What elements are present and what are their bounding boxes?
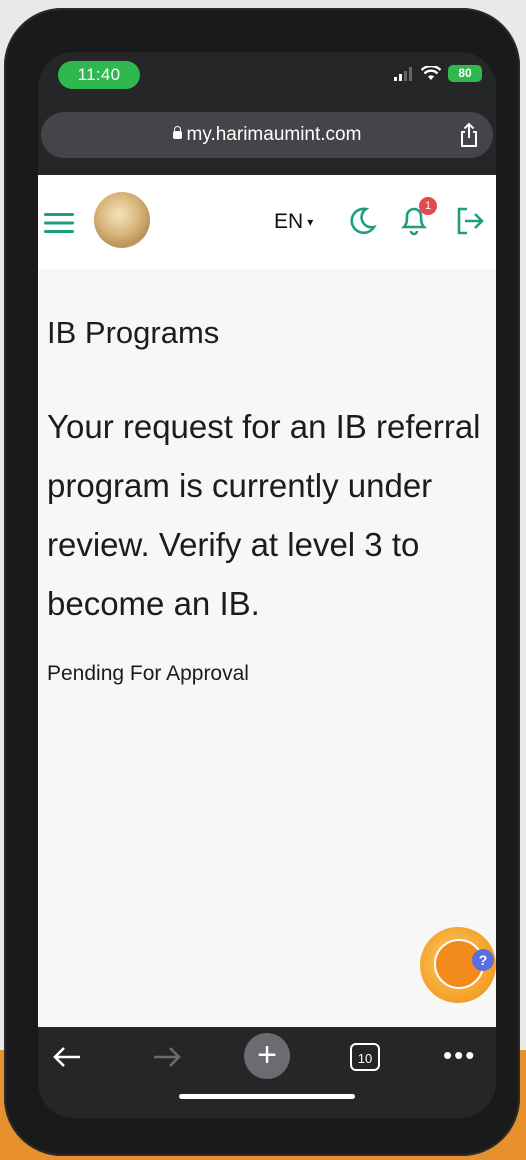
url-text: my.harimaumint.com (186, 124, 362, 145)
status-icons: 80 (394, 65, 482, 82)
chevron-down-icon: ▾ (307, 215, 314, 229)
wifi-icon (421, 66, 441, 80)
home-indicator (179, 1094, 355, 1099)
share-icon[interactable] (459, 122, 479, 148)
new-tab-button[interactable]: + (244, 1033, 290, 1079)
chat-support-button[interactable]: ? (420, 927, 496, 1003)
notification-badge: 1 (419, 197, 437, 215)
back-icon[interactable] (52, 1045, 82, 1069)
tabs-button[interactable]: 10 (350, 1043, 380, 1071)
review-message: Your request for an IB referral program … (47, 408, 481, 622)
logout-icon[interactable] (456, 207, 486, 235)
language-label: EN (274, 210, 304, 233)
approval-status: Pending For Approval (47, 662, 249, 685)
browser-toolbar: + 10 ••• (38, 1027, 496, 1118)
web-page: EN ▾ 1 IB Programs Your request for an IB… (38, 175, 496, 1027)
forward-icon[interactable] (152, 1045, 182, 1069)
moon-icon[interactable] (346, 205, 378, 237)
phone-screen: 11:40 80 my.harimaumint.com EN ▾ 1 IB Pr… (38, 52, 496, 1118)
plus-icon: + (257, 1036, 277, 1074)
page-title: IB Programs (47, 315, 220, 350)
question-mark-icon: ? (472, 949, 494, 971)
status-time: 11:40 (58, 61, 140, 89)
more-icon[interactable]: ••• (443, 1040, 476, 1071)
phone-frame: 11:40 80 my.harimaumint.com EN ▾ 1 IB Pr… (4, 8, 520, 1156)
lock-icon (172, 125, 182, 139)
harimau-logo[interactable] (94, 192, 150, 248)
hamburger-icon[interactable] (44, 212, 74, 234)
url-display[interactable]: my.harimaumint.com (41, 112, 493, 158)
language-selector[interactable]: EN ▾ (274, 210, 313, 234)
signal-icon (394, 66, 412, 81)
battery-indicator: 80 (448, 65, 482, 82)
address-bar[interactable]: my.harimaumint.com (41, 112, 493, 158)
site-header: EN ▾ 1 (38, 175, 496, 269)
